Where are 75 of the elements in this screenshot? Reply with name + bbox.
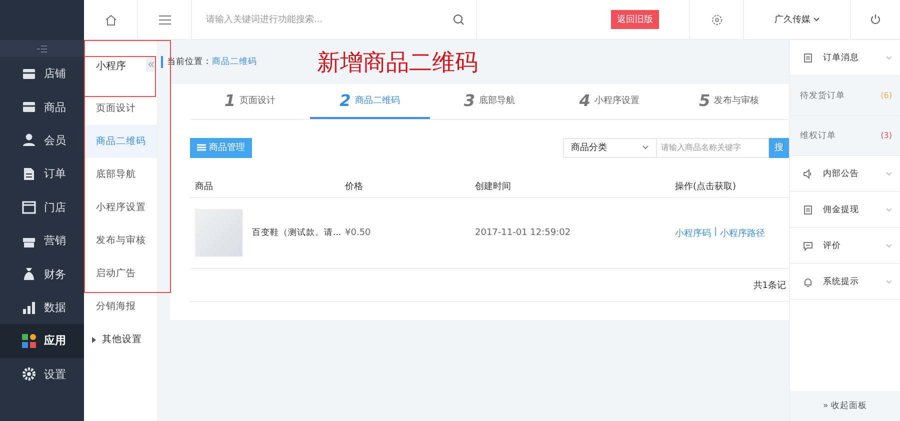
chevron-down-icon — [886, 208, 892, 212]
collapse-panel-button[interactable]: » 收起面板 — [790, 391, 900, 421]
sidebar-item[interactable]: 店铺 — [0, 57, 84, 90]
annotation-title: 新增商品二维码 — [317, 48, 478, 78]
sidebar-item[interactable]: 设置 — [0, 358, 84, 391]
column-header: 价格 — [345, 180, 364, 192]
sidebar-item[interactable]: 数据 — [0, 290, 84, 324]
date-cell-text: 2017-11-01 12:59:02 — [475, 228, 572, 238]
subnav-item[interactable]: 页面设计 — [84, 92, 157, 125]
home-icon[interactable] — [104, 14, 116, 26]
search-field[interactable]: 请输入关键词进行功能搜索... — [204, 14, 453, 26]
panel-section-header[interactable]: 佣金提现 — [790, 192, 900, 228]
record-count: 共1条记 — [753, 280, 786, 292]
power-icon[interactable] — [870, 14, 881, 25]
account-menu[interactable]: 广久传媒 — [774, 13, 820, 26]
column-header: 商品 — [195, 180, 214, 192]
keyword-field[interactable]: 请输入商品名称关键字 — [657, 138, 769, 158]
list-icon — [197, 144, 206, 151]
box-icon — [22, 100, 36, 114]
bar-chart-icon — [22, 300, 36, 314]
menu-icon[interactable] — [158, 14, 170, 24]
collapse-icon[interactable] — [37, 44, 47, 52]
wallet-icon — [803, 204, 813, 214]
photo-placeholder — [195, 209, 243, 257]
step-tab[interactable]: 3 底部导航 — [430, 84, 550, 119]
chevron-down-icon — [886, 280, 892, 284]
panel-section-header[interactable]: 系统提示 — [790, 264, 900, 300]
sidebar-item[interactable]: 营销 — [0, 224, 84, 258]
category-select[interactable]: 商品分类 — [563, 138, 657, 158]
comment-icon — [803, 240, 813, 250]
double-chevron-icon — [148, 60, 154, 68]
subnav-item[interactable]: 发布与审核 — [84, 224, 157, 257]
bell-icon — [803, 276, 813, 286]
clipboard-icon — [803, 52, 813, 62]
sidebar-item[interactable]: 订单 — [0, 157, 84, 191]
step-tab[interactable]: 1 页面设计 — [190, 84, 310, 119]
price-cell-text: ¥0.50 — [345, 228, 372, 238]
subnav-title: 小程序 — [96, 60, 126, 73]
money-bag-icon — [22, 267, 36, 282]
apps-icon — [22, 334, 36, 348]
subnav-item[interactable]: 底部导航 — [84, 158, 157, 191]
shop-icon — [22, 66, 36, 81]
subnav-item[interactable]: 小程序设置 — [84, 191, 157, 224]
chevron-down-icon — [886, 244, 892, 248]
separator: | — [714, 226, 718, 238]
subnav-item[interactable]: 启动广告 — [84, 257, 157, 290]
panel-item[interactable]: 待发货订单 (6) — [790, 76, 900, 116]
sidebar-item[interactable]: 会员 — [0, 124, 84, 158]
subnav-group[interactable]: 其他设置 — [84, 323, 157, 356]
person-icon — [22, 133, 36, 148]
column-header: 创建时间 — [475, 180, 512, 192]
sidebar-item[interactable]: 财务 — [0, 257, 84, 291]
document-icon — [22, 166, 36, 181]
column-header: 操作(点击获取) — [675, 180, 738, 192]
step-tab[interactable]: 5 发布与审核 — [669, 84, 789, 119]
sidebar-item[interactable]: 应用 — [0, 324, 84, 358]
panel-item[interactable]: 维权订单 (3) — [790, 116, 900, 156]
sidebar-item[interactable]: 商品 — [0, 90, 84, 124]
product-name: 百变鞋（测试款。请... — [252, 227, 342, 239]
chevron-down-icon — [642, 145, 649, 150]
sidebar-item[interactable]: 门店 — [0, 190, 84, 224]
speaker-icon — [803, 168, 813, 178]
old-version-button[interactable]: 返回旧版 — [611, 10, 659, 29]
step-tab[interactable]: 4 小程序设置 — [549, 84, 670, 119]
triangle-icon — [92, 336, 96, 342]
search-icon[interactable] — [453, 14, 464, 25]
caret-icon — [812, 17, 820, 22]
panel-section-header[interactable]: 评价 — [790, 228, 900, 264]
store-icon — [22, 200, 36, 214]
subnav-item[interactable]: 分销海报 — [84, 290, 157, 323]
settings-icon[interactable] — [710, 14, 722, 26]
chevron-down-icon — [886, 56, 892, 60]
settings-icon — [22, 367, 36, 382]
chevron-down-icon — [886, 172, 892, 176]
panel-section-header[interactable]: 内部公告 — [790, 156, 900, 192]
